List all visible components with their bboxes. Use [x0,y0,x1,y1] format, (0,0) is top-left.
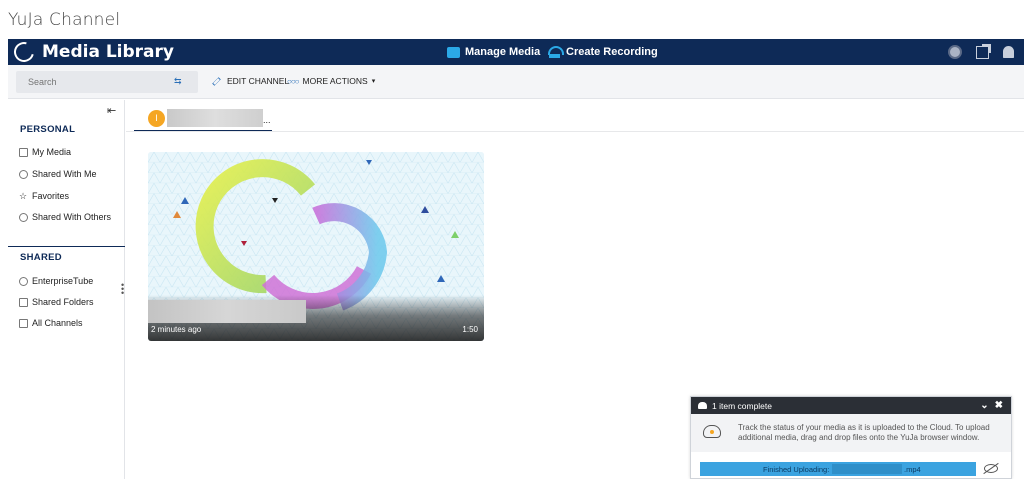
top-navbar: Media Library Manage Media Create Record… [8,38,1024,66]
bell-icon[interactable] [1003,46,1014,58]
sidebar-item-label: Shared With Others [32,212,112,222]
tab-channel[interactable]: I ... [134,106,272,132]
sidebar-divider [8,246,125,247]
chevron-down-icon[interactable]: ⌄ [980,400,988,411]
sidebar-item-label: Shared Folders [32,297,94,307]
share-icon [19,169,28,179]
upload-panel-body: Track the status of your media as it is … [691,414,1011,452]
home-icon [19,147,28,157]
user-circle-icon[interactable] [948,45,962,59]
more-actions-label: MORE ACTIONS [302,76,368,86]
edit-channel-label: EDIT CHANNEL [227,76,290,86]
recording-icon [548,46,564,58]
yuja-logo-icon [10,38,38,66]
cloud-upload-icon [703,425,721,438]
page-title: YuJa Channel [8,10,121,30]
search-input[interactable] [16,71,198,93]
brand[interactable]: Media Library [10,38,174,66]
upload-status-title: 1 item complete [712,400,772,411]
upload-panel-header: 1 item complete ⌄ ✖ [691,397,1011,414]
globe-icon [19,276,28,286]
upload-instructions: Track the status of your media as it is … [738,423,990,442]
media-title-redacted [148,300,306,323]
sidebar-item-all-channels[interactable]: All Channels [19,318,83,328]
sidebar: ⇤ PERSONAL My Media Shared With Me ☆ Fav… [8,100,125,479]
sidebar-item-favorites[interactable]: ☆ Favorites [19,191,69,201]
upload-time: 2 minutes ago [151,325,202,334]
channels-icon [19,318,28,328]
tab-underline [126,131,1024,132]
filter-icon[interactable]: ⇆ [174,76,182,87]
edit-channel-button[interactable]: EDIT CHANNEL [212,76,289,86]
file-extension: .mp4 [904,465,921,474]
upload-status-panel: 1 item complete ⌄ ✖ Track the status of … [690,396,1012,479]
manage-media-label: Manage Media [465,46,541,58]
sidebar-item-label: EnterpriseTube [32,276,94,286]
personal-heading: PERSONAL [20,124,76,135]
channel-name-redacted [167,109,263,127]
star-icon: ☆ [19,190,28,201]
cloud-icon [698,402,707,409]
sidebar-resize-handle[interactable]: • • • [121,281,124,298]
chevron-down-icon: ▾ [371,78,376,85]
channel-name-ellipsis: ... [263,115,271,125]
sidebar-item-label: All Channels [32,318,83,328]
hide-eye-icon[interactable] [984,464,998,473]
toolbar: ⇆ EDIT CHANNEL ○○○ MORE ACTIONS ▾ [8,65,1024,99]
media-card[interactable]: 2 minutes ago 1:50 [148,152,484,341]
external-link-icon[interactable] [976,43,991,59]
brand-title: Media Library [42,42,174,62]
upload-progress-bar: Finished Uploading: .mp4 [700,462,976,476]
sidebar-item-label: Shared With Me [32,169,97,179]
users-icon [19,212,28,222]
pencil-icon [212,76,221,86]
create-recording-label: Create Recording [566,46,658,58]
folder-icon [19,297,28,307]
sidebar-item-enterprisetube[interactable]: EnterpriseTube [19,276,93,286]
sidebar-item-shared-folders[interactable]: Shared Folders [19,297,94,307]
dots-icon: ○○○ [287,76,299,86]
create-recording-button[interactable]: Create Recording [548,46,658,58]
filename-redacted [832,464,902,474]
sidebar-item-label: Favorites [32,191,70,201]
close-icon[interactable]: ✖ [995,400,1003,411]
manage-media-button[interactable]: Manage Media [447,46,540,58]
sidebar-item-my-media[interactable]: My Media [19,147,71,157]
collapse-sidebar-icon[interactable]: ⇤ [107,104,116,117]
upload-status-text: Finished Uploading: [763,465,830,474]
shared-heading: SHARED [20,252,62,263]
sidebar-item-shared-with-others[interactable]: Shared With Others [19,212,111,222]
sidebar-item-shared-with-me[interactable]: Shared With Me [19,169,97,179]
duration-badge: 1:50 [462,325,478,334]
sidebar-item-label: My Media [32,147,72,157]
more-actions-button[interactable]: ○○○ MORE ACTIONS ▾ [287,76,375,86]
avatar: I [148,109,165,127]
folder-icon [447,46,460,58]
